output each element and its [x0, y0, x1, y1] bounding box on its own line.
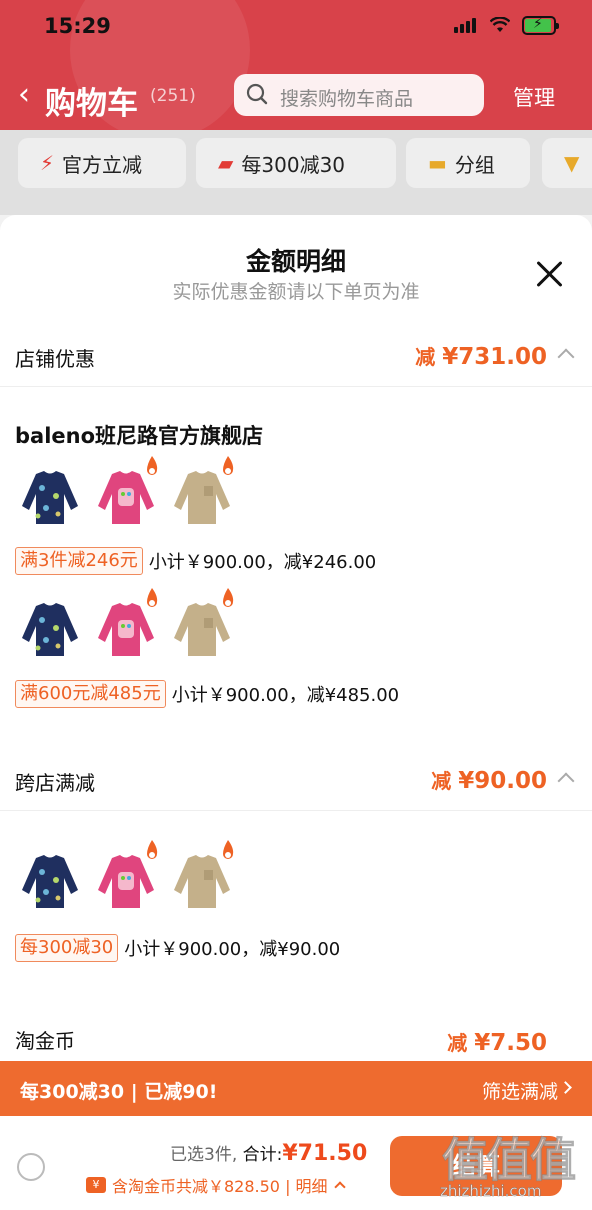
- discount-text: 含淘金币共减￥828.50 | 明细: [112, 1177, 328, 1196]
- promo-line: 每300减30 小计￥900.00，减¥90.00: [15, 933, 340, 963]
- fire-icon: [223, 840, 234, 859]
- full-reduction-banner[interactable]: 每300减30 | 已减90! 筛选满减: [0, 1061, 592, 1116]
- sheet-subtitle: 实际优惠金额请以下单页为准: [172, 281, 420, 303]
- promo-line: 满3件减246元 小计￥900.00，减¥246.00: [15, 546, 376, 576]
- section-gold-coin: 淘金币 减 ¥7.50: [0, 1007, 592, 1067]
- promo-line: 满600元减485元 小计￥900.00，减¥485.00: [15, 679, 399, 709]
- cross-shop-card: 每300减30 小计￥900.00，减¥90.00: [0, 812, 592, 1002]
- discount-detail-link[interactable]: ¥ 含淘金币共减￥828.50 | 明细: [86, 1173, 346, 1197]
- shop-name: baleno班尼路官方旗舰店: [15, 424, 264, 448]
- wifi-icon: [490, 17, 510, 32]
- search-input[interactable]: 搜索购物车商品: [234, 74, 484, 116]
- filter-chip-group[interactable]: ▬ 分组: [406, 138, 530, 188]
- filter-chip-more[interactable]: ▼: [542, 138, 592, 188]
- chevron-up-icon: [557, 772, 575, 790]
- filter-chip-official-discount[interactable]: ⚡ 官方立减: [18, 138, 186, 188]
- product-thumb-navy-sweater[interactable]: [18, 850, 82, 914]
- fire-icon: [147, 588, 158, 607]
- coin-icon: ¥: [86, 1177, 106, 1193]
- section-name: 淘金币: [15, 1029, 75, 1053]
- cart-count: (251): [150, 86, 196, 106]
- section-name: 店铺优惠: [15, 347, 95, 371]
- product-row: [18, 456, 258, 530]
- promo-tag: 每300减30: [15, 934, 119, 962]
- search-icon: [246, 83, 268, 105]
- checkout-button[interactable]: 结算: [390, 1136, 562, 1196]
- battery-icon: ⚡: [522, 16, 559, 35]
- manage-button[interactable]: 管理: [513, 82, 555, 112]
- folder-icon: ▬: [428, 151, 447, 175]
- filter-chip-label: 官方立减: [62, 152, 143, 177]
- promo-summary: 小计￥900.00，减¥485.00: [171, 685, 400, 706]
- filter-chip-label: 分组: [454, 152, 495, 177]
- selected-count: 已选3件,: [170, 1145, 238, 1165]
- banner-text: 每300减30 | 已减90!: [20, 1081, 218, 1103]
- promo-tag: 满3件减246元: [15, 547, 143, 575]
- total-amount: ¥71.50: [282, 1141, 368, 1166]
- filter-bar: ⚡ 官方立减 ▰ 每300减30 ▬ 分组 ▼: [0, 130, 592, 215]
- section-shop-discount[interactable]: 店铺优惠 减 ¥731.00: [0, 327, 592, 387]
- status-time: 15:29: [44, 14, 111, 38]
- section-cross-shop[interactable]: 跨店满减 减 ¥90.00: [0, 751, 592, 811]
- lightning-icon: ⚡: [40, 151, 55, 175]
- promo-summary: 小计￥900.00，减¥246.00: [148, 552, 377, 573]
- section-amount: 减 ¥731.00: [415, 344, 547, 370]
- sort-icon: ▼: [564, 151, 580, 175]
- checkout-bar: 已选3件, 合计:¥71.50 ¥ 含淘金币共减￥828.50 | 明细 结算 …: [0, 1116, 592, 1210]
- fire-icon: [223, 588, 234, 607]
- section-name: 跨店满减: [15, 771, 95, 795]
- product-row: [18, 840, 258, 914]
- fire-icon: [147, 456, 158, 475]
- back-chevron-icon[interactable]: ‹: [18, 80, 30, 110]
- product-row: [18, 588, 258, 662]
- cross-shop-body: 每300减30 小计￥900.00，减¥90.00: [0, 812, 592, 1002]
- filter-full-reduction-link[interactable]: 筛选满减: [482, 1077, 558, 1104]
- product-thumb-navy-sweater[interactable]: [18, 466, 82, 530]
- status-bar: 15:29 ⚡: [0, 0, 592, 56]
- shop-card: baleno班尼路官方旗舰店 满3件减246元 小计￥900.00，减¥246.…: [0, 388, 592, 746]
- section-amount: 减 ¥90.00: [431, 768, 547, 794]
- shop-discount-body: baleno班尼路官方旗舰店 满3件减246元 小计￥900.00，减¥246.…: [0, 388, 592, 746]
- search-placeholder: 搜索购物车商品: [280, 88, 414, 110]
- coupon-icon: ▰: [218, 151, 234, 175]
- chevron-up-icon: [557, 348, 575, 366]
- chevron-up-icon: [333, 1181, 346, 1193]
- cart-header: 15:29 ⚡ ‹ 购物车 (251) 搜索购物车商品 管理 ⚡ 官方立减 ▰ …: [0, 0, 592, 215]
- sheet-title: 金额明细: [245, 247, 346, 276]
- promo-summary: 小计￥900.00，减¥90.00: [124, 939, 341, 960]
- product-thumb-navy-sweater[interactable]: [18, 598, 82, 662]
- selection-summary: 已选3件, 合计:¥71.50: [170, 1140, 367, 1166]
- filter-chip-full-reduction[interactable]: ▰ 每300减30: [196, 138, 396, 188]
- signal-icon: [454, 18, 476, 33]
- promo-tag: 满600元减485元: [15, 680, 166, 708]
- section-amount: 减 ¥7.50: [447, 1030, 547, 1056]
- close-icon[interactable]: [535, 259, 565, 289]
- page-title: 购物车: [45, 86, 138, 122]
- filter-chip-label: 每300减30: [241, 152, 346, 177]
- total-label: 合计:: [242, 1145, 283, 1165]
- chevron-right-icon: [559, 1081, 572, 1094]
- fire-icon: [147, 840, 158, 859]
- nav-bar: ‹ 购物车 (251) 搜索购物车商品 管理: [0, 70, 592, 122]
- fire-icon: [223, 456, 234, 475]
- select-all-radio[interactable]: [17, 1153, 45, 1181]
